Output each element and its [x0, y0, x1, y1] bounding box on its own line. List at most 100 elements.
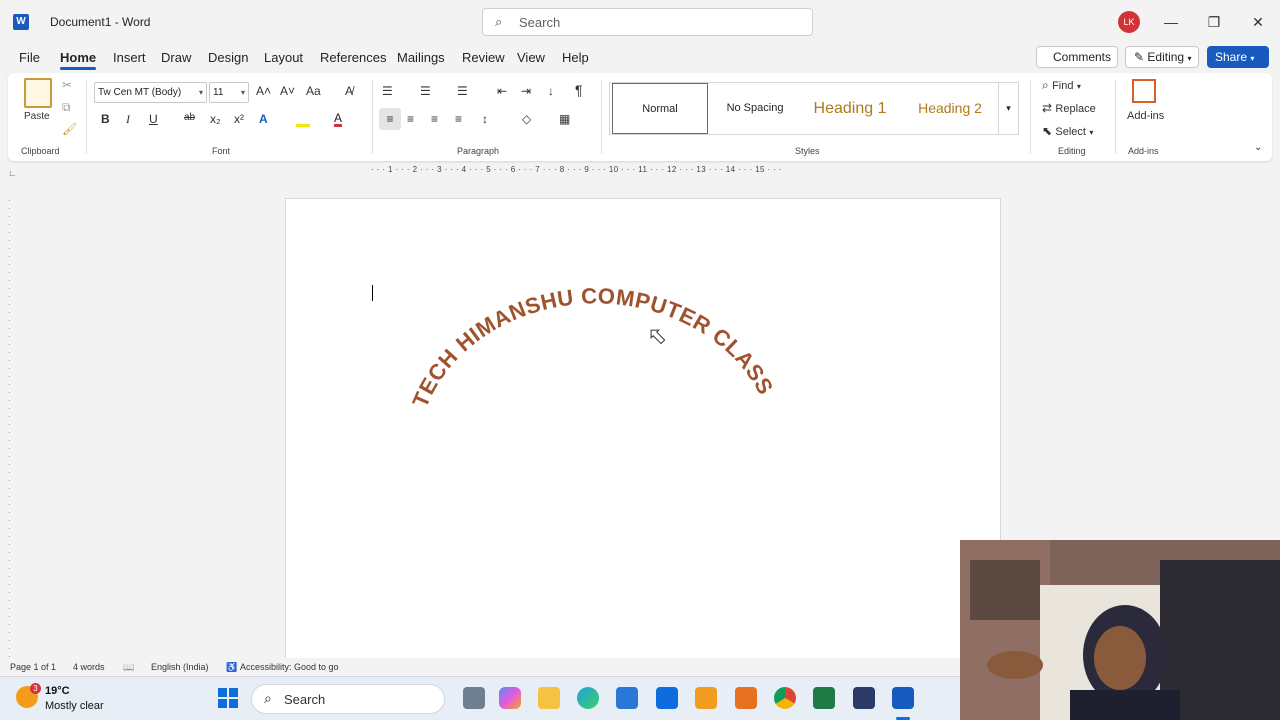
- cut-icon[interactable]: ✂: [62, 78, 72, 92]
- clipboard-icon[interactable]: [24, 78, 52, 108]
- find-button[interactable]: ⌕ Find ▾: [1042, 78, 1081, 93]
- weather-temperature[interactable]: 19°C: [45, 685, 70, 697]
- show-formatting-marks-button[interactable]: ¶: [575, 82, 583, 98]
- style-heading-1[interactable]: Heading 1: [802, 83, 898, 134]
- collapse-ribbon-icon[interactable]: ⌄: [1254, 142, 1262, 153]
- close-button[interactable]: ✕: [1243, 10, 1273, 34]
- paste-button[interactable]: Paste: [24, 111, 50, 122]
- avatar[interactable]: LK: [1118, 11, 1140, 33]
- tab-help[interactable]: Help: [562, 50, 589, 65]
- horizontal-ruler[interactable]: · · · 1 · · · 2 · · · 3 · · · 4 · · · 5 …: [285, 165, 999, 177]
- file-explorer-icon[interactable]: [538, 687, 560, 709]
- search-input[interactable]: ⌕ Search: [482, 8, 813, 36]
- text-effects-button[interactable]: A: [259, 112, 268, 126]
- taskbar-search-input[interactable]: ⌕ Search: [251, 684, 445, 714]
- bullets-icon[interactable]: ☰: [382, 84, 393, 98]
- bold-button[interactable]: B: [101, 112, 110, 126]
- windows-start-icon[interactable]: [218, 688, 238, 708]
- increase-indent-icon[interactable]: ⇥: [521, 84, 531, 98]
- numbering-icon[interactable]: ☰: [420, 84, 431, 98]
- page-count[interactable]: Page 1 of 1: [10, 662, 56, 672]
- style-no-spacing[interactable]: No Spacing: [710, 83, 800, 134]
- multilevel-list-icon[interactable]: ☰: [457, 84, 468, 98]
- add-ins-button[interactable]: Add-ins: [1127, 110, 1164, 122]
- weather-description[interactable]: Mostly clear: [45, 700, 104, 712]
- borders-icon[interactable]: ▦: [559, 112, 570, 126]
- font-name-dropdown[interactable]: Tw Cen MT (Body) ▾: [94, 82, 207, 103]
- subscript-button[interactable]: x₂: [210, 112, 221, 126]
- copilot-icon[interactable]: [499, 687, 521, 709]
- word-count[interactable]: 4 words: [73, 662, 105, 672]
- align-center-icon[interactable]: ≡: [407, 112, 414, 126]
- shrink-font-button[interactable]: A˅: [280, 84, 295, 98]
- clear-formatting-icon[interactable]: A̸: [345, 84, 353, 98]
- dev-cpp-icon[interactable]: [853, 687, 875, 709]
- decrease-indent-icon[interactable]: ⇤: [497, 84, 507, 98]
- share-button[interactable]: Share ▾: [1207, 46, 1269, 68]
- group-label-add-ins: Add-ins: [1128, 146, 1159, 156]
- ribbon-divider: [1115, 80, 1116, 154]
- add-ins-icon[interactable]: [1132, 79, 1156, 103]
- underline-button[interactable]: U: [149, 112, 158, 126]
- styles-more-icon[interactable]: ▾: [998, 83, 1018, 134]
- line-spacing-icon[interactable]: ↕: [482, 112, 488, 126]
- tab-review[interactable]: Review: [462, 50, 505, 65]
- style-normal[interactable]: Normal: [612, 83, 708, 134]
- align-right-icon[interactable]: ≡: [431, 112, 438, 126]
- comments-button[interactable]: Comments: [1036, 46, 1118, 68]
- accessibility-status[interactable]: Accessibility: Good to go: [240, 662, 339, 672]
- chevron-down-icon: ▾: [1187, 54, 1192, 63]
- superscript-button[interactable]: x²: [234, 112, 244, 126]
- task-view-icon[interactable]: [463, 687, 485, 709]
- highlighter-icon[interactable]: [296, 113, 310, 127]
- outlook-icon[interactable]: [656, 687, 678, 709]
- shading-icon[interactable]: ◇: [522, 112, 531, 126]
- chevron-down-icon: ▾: [1076, 82, 1081, 91]
- microsoft-store-icon[interactable]: [616, 687, 638, 709]
- italic-button[interactable]: I: [126, 112, 130, 127]
- tab-file[interactable]: File: [19, 50, 40, 65]
- style-heading-2[interactable]: Heading 2: [902, 83, 998, 134]
- format-painter-icon[interactable]: 🖌: [62, 122, 77, 136]
- justify-icon[interactable]: ≡: [455, 112, 462, 126]
- find-label: Find: [1052, 80, 1074, 92]
- replace-button[interactable]: ⇄ Replace: [1042, 101, 1096, 115]
- tab-view[interactable]: View: [517, 50, 545, 65]
- word-taskbar-icon[interactable]: [892, 687, 914, 709]
- word-app-icon: W: [13, 14, 29, 30]
- edge-browser-icon[interactable]: [577, 687, 599, 709]
- minimize-button[interactable]: —: [1156, 10, 1186, 34]
- align-left-icon[interactable]: ≡: [379, 108, 401, 130]
- sort-icon[interactable]: ↓: [548, 84, 554, 98]
- vertical-ruler[interactable]: [4, 200, 16, 660]
- copy-icon[interactable]: ⧉: [62, 100, 71, 115]
- proofing-icon[interactable]: 📖: [123, 662, 134, 673]
- font-size-dropdown[interactable]: 11 ▾: [209, 82, 249, 103]
- chrome-browser-icon[interactable]: [774, 687, 796, 709]
- tab-references[interactable]: References: [320, 50, 386, 65]
- wordart-arc-text[interactable]: TECH HIMANSHU COMPUTER CLASS: [406, 239, 786, 429]
- tab-design[interactable]: Design: [208, 50, 248, 65]
- tab-home[interactable]: Home: [60, 50, 97, 70]
- ribbon-divider: [601, 80, 602, 154]
- font-color-button[interactable]: A: [334, 112, 343, 127]
- tab-mailings[interactable]: Mailings: [397, 50, 445, 65]
- change-case-button[interactable]: Aa: [306, 84, 321, 98]
- select-button[interactable]: ⬉ Select ▾: [1042, 124, 1093, 138]
- group-label-paragraph: Paragraph: [457, 146, 500, 156]
- xampp-icon[interactable]: [735, 687, 757, 709]
- tab-layout[interactable]: Layout: [264, 50, 303, 65]
- tab-insert[interactable]: Insert: [113, 50, 146, 65]
- document-page[interactable]: TECH HIMANSHU COMPUTER CLASS ⬉: [285, 198, 1001, 660]
- tab-selector-icon[interactable]: ∟: [8, 168, 17, 178]
- chevron-down-icon: ▾: [240, 88, 245, 97]
- tab-draw[interactable]: Draw: [161, 50, 191, 65]
- editing-mode-button[interactable]: ✎ Editing ▾: [1125, 46, 1199, 68]
- excel-icon[interactable]: [813, 687, 835, 709]
- restore-button[interactable]: ❐: [1199, 10, 1229, 34]
- grow-font-button[interactable]: A˄: [256, 84, 271, 98]
- language-status[interactable]: English (India): [151, 662, 209, 672]
- strikethrough-button[interactable]: ab: [184, 112, 195, 123]
- sublime-text-icon[interactable]: [695, 687, 717, 709]
- title-bar: W Document1 - Word ⌕ Search LK — ❐ ✕: [0, 0, 1280, 44]
